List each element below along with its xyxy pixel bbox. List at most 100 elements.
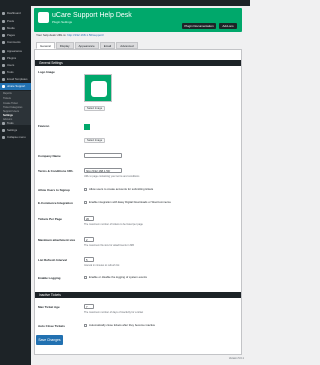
auto-close-text: Automatically close tickets after they b…	[89, 323, 156, 328]
menu-label: Collapse menu	[7, 134, 26, 139]
tools-icon	[2, 121, 5, 125]
company-name-label: Company Name	[38, 154, 61, 158]
menu-item-collapse[interactable]: Collapse menu	[0, 134, 31, 140]
allow-signup-checkbox[interactable]	[84, 188, 87, 191]
enable-logging-text: Enable or disable the logging of system …	[89, 275, 147, 280]
add-ons-button[interactable]: Add-ons	[219, 23, 237, 29]
ecommerce-text: Enable integration with Easy Digital Dow…	[89, 200, 171, 205]
company-name-input[interactable]	[84, 153, 122, 158]
help-desk-url: Your help desk URL is: http://192.168.1.…	[36, 34, 104, 37]
menu-label: Posts	[7, 18, 14, 23]
submenu-tickets[interactable]: Tickets	[3, 97, 11, 101]
menu-label: Tools	[7, 120, 14, 125]
inactive-tickets-header: Inactive Tickets	[35, 292, 241, 298]
email-icon	[2, 77, 5, 81]
ucare-logo-icon	[38, 12, 49, 23]
admin-sidebar: Dashboard Posts Media Pages Comments App…	[0, 6, 31, 365]
menu-item-plugins[interactable]: Plugins	[0, 55, 31, 61]
version-text: Version 5.6.1	[228, 357, 244, 360]
submenu-reports[interactable]: Reports	[3, 92, 12, 96]
auto-close-checkbox[interactable]	[84, 324, 87, 327]
logo-image-preview	[84, 74, 112, 102]
dashboard-icon	[2, 11, 5, 15]
ecommerce-label: E-Commerce Integration	[38, 201, 73, 205]
menu-item-posts[interactable]: Posts	[0, 18, 31, 24]
comment-icon	[2, 40, 5, 44]
menu-item-email-templates[interactable]: Email Templates	[0, 76, 31, 82]
list-refresh-input[interactable]: 5	[84, 257, 94, 262]
menu-item-media[interactable]: Media	[0, 25, 31, 31]
tab-email[interactable]: Email	[99, 42, 116, 49]
terms-url-input[interactable]: http://192.168.1.50/	[84, 168, 122, 173]
list-refresh-hint: Interval in minutes to refresh list	[84, 264, 120, 267]
allow-signup-text: Allow users to create accounts for submi…	[89, 187, 154, 192]
banner-title: uCare Support Help Desk	[52, 12, 132, 19]
help-desk-url-label: Your help desk URL is:	[36, 33, 67, 37]
plugin-documentation-button[interactable]: Plugin Documentation	[182, 23, 216, 29]
tickets-per-page-input[interactable]: 20	[84, 216, 94, 221]
tab-advanced[interactable]: Advanced	[116, 42, 138, 49]
brush-icon	[2, 49, 5, 53]
allow-signup-row: Allow users to create accounts for submi…	[84, 188, 153, 191]
ecommerce-checkbox[interactable]	[84, 201, 87, 204]
plugin-banner: uCare Support Help Desk Plugin Settings …	[34, 8, 242, 32]
max-ticket-age-hint: The maximum number of days of inactivity…	[84, 311, 144, 314]
save-changes-button[interactable]: Save Changes	[36, 335, 63, 345]
enable-logging-checkbox[interactable]	[84, 276, 87, 279]
tab-appearance[interactable]: Appearance	[74, 42, 99, 49]
menu-label: Dashboard	[7, 10, 21, 15]
menu-item-appearance[interactable]: Appearance	[0, 48, 31, 54]
auto-close-row: Automatically close tickets after they b…	[84, 324, 155, 327]
support-icon	[2, 85, 5, 88]
tab-general[interactable]: General	[36, 42, 55, 49]
max-ticket-age-input[interactable]: 7	[84, 304, 94, 309]
settings-icon	[2, 128, 5, 132]
collapse-icon	[2, 135, 5, 139]
allow-signup-label: Allow Users to Signup	[38, 188, 70, 192]
logo-image-label: Logo Image	[38, 70, 55, 74]
pin-icon	[2, 19, 5, 23]
admin-bar	[0, 0, 250, 6]
plugin-icon	[2, 56, 5, 60]
max-attachment-label: Maximum attachment size	[38, 238, 76, 242]
menu-item-tools[interactable]: Tools	[0, 69, 31, 75]
auto-close-label: Auto Close Tickets	[38, 324, 65, 328]
tickets-per-page-label: Tickets Per Page	[38, 217, 62, 221]
menu-label: Media	[7, 25, 15, 30]
tickets-per-page-hint: The maximum number of tickets to be list…	[84, 223, 143, 226]
menu-item-pages[interactable]: Pages	[0, 32, 31, 38]
menu-item-settings[interactable]: Settings	[0, 127, 31, 133]
logo-image-icon	[91, 81, 107, 97]
menu-label: Tools	[7, 69, 14, 74]
menu-label: Settings	[7, 127, 18, 132]
enable-logging-label: Enable Logging	[38, 276, 61, 280]
max-ticket-age-label: Max Ticket Age	[38, 305, 60, 309]
menu-item-users[interactable]: Users	[0, 62, 31, 68]
media-icon	[2, 26, 5, 30]
menu-label: Plugins	[7, 55, 17, 60]
wrench-icon	[2, 70, 5, 74]
menu-label: Email Templates	[7, 76, 28, 81]
max-attachment-hint: The maximum file size for attachments in…	[84, 244, 134, 247]
terms-url-label: Terms & Conditions URL	[38, 169, 74, 173]
menu-label: Pages	[7, 32, 15, 37]
menu-label: uCare Support	[7, 84, 26, 89]
max-attachment-input[interactable]: 2	[84, 237, 94, 242]
favicon-label: Favicon	[38, 124, 50, 128]
help-desk-url-link[interactable]: http://192.168.1.50/support/	[67, 33, 104, 37]
select-favicon-button[interactable]: Select Image	[84, 138, 106, 143]
tab-display[interactable]: Display	[55, 42, 74, 49]
banner-subtitle: Plugin Settings	[52, 20, 73, 24]
menu-item-dashboard[interactable]: Dashboard	[0, 10, 31, 16]
select-logo-button[interactable]: Select Image	[84, 106, 106, 111]
enable-logging-row: Enable or disable the logging of system …	[84, 276, 147, 279]
list-refresh-label: List Refresh Interval	[38, 258, 67, 262]
general-settings-header: General Settings	[35, 60, 241, 66]
page-icon	[2, 33, 5, 37]
menu-item-comments[interactable]: Comments	[0, 39, 31, 45]
menu-item-ucare-support[interactable]: uCare Support	[0, 83, 31, 90]
menu-item-tools-lower[interactable]: Tools	[0, 120, 31, 126]
settings-tabs: General Display Appearance Email Advance…	[36, 42, 139, 49]
terms-url-hint: URL to page containing your terms and co…	[84, 175, 140, 178]
menu-label: Users	[7, 62, 15, 67]
